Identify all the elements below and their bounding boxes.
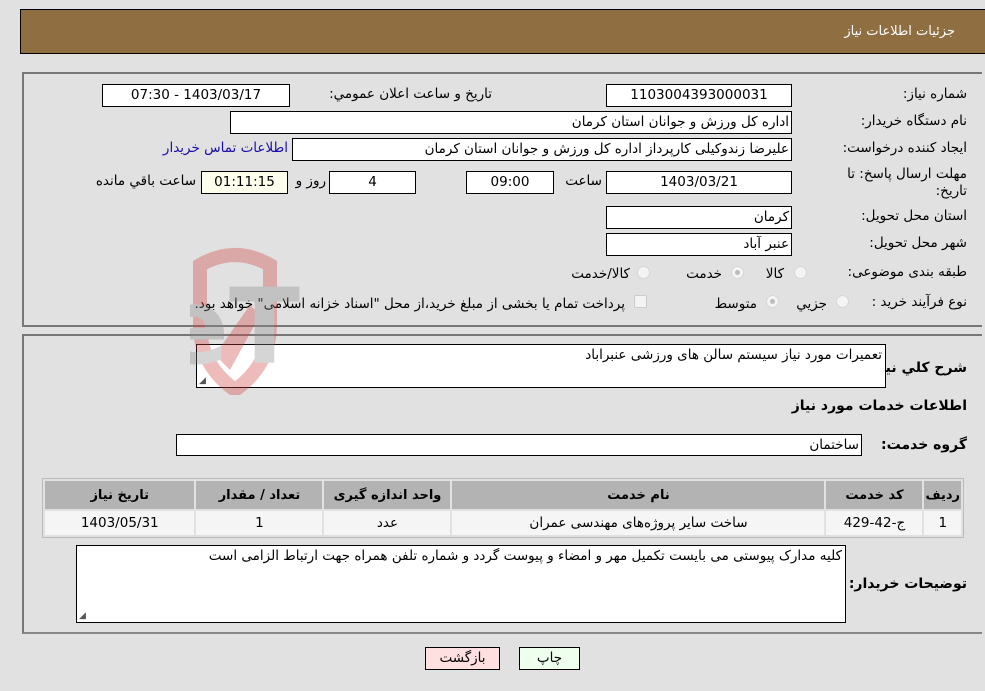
treasury-note: پرداخت تمام يا بخشی از مبلغ خريد،از محل …	[194, 296, 625, 312]
cell-unit: عدد	[324, 511, 451, 535]
cell-quantity: 1	[196, 511, 323, 535]
purchase-type-label: نوع فرآيند خريد :	[871, 294, 967, 310]
col-header-service-code: کد خدمت	[826, 481, 923, 509]
summary-textarea[interactable]: تعميرات مورد نياز سيستم سالن های ورزشی ع…	[196, 344, 886, 388]
purchase-medium-label: متوسط	[714, 296, 757, 312]
category-radio-goods[interactable]	[794, 266, 807, 279]
time-remaining-field: 01:11:15	[201, 171, 288, 194]
page-title: جزئیات اطلاعات نیاز	[844, 24, 955, 39]
requester-field: عليرضا زندوکيلی کارپرداز اداره کل ورزش و…	[292, 138, 792, 161]
page-header: جزئیات اطلاعات نیاز	[20, 9, 985, 54]
purchase-minor-label: جزيي	[796, 296, 827, 312]
table-header-row: رديف کد خدمت نام خدمت واحد اندازه گيری ت…	[45, 481, 961, 509]
city-field: عنبر آباد	[606, 233, 792, 256]
details-panel: شرح کلي نياز: تعميرات مورد نياز سيستم سا…	[22, 334, 982, 634]
category-goods-label: کالا	[765, 266, 784, 282]
category-goods-service-label: کالا/خدمت	[571, 266, 630, 282]
col-header-service-name: نام خدمت	[452, 481, 825, 509]
deadline-time-label: ساعت	[565, 173, 602, 189]
resize-grip-icon[interactable]: ◢	[199, 376, 206, 386]
col-header-quantity: تعداد / مقدار	[196, 481, 323, 509]
cell-service-code: ج-42-429	[826, 511, 923, 535]
category-radio-service[interactable]	[731, 266, 744, 279]
deadline-label: مهلت ارسال پاسخ: تا تاريخ:	[847, 166, 967, 199]
city-label: شهر محل تحويل:	[869, 235, 967, 251]
back-button[interactable]: بازگشت	[425, 647, 500, 670]
service-group-label: گروه خدمت:	[881, 437, 967, 453]
buyer-notes-text: کليه مدارک پيوستی می بايست تکميل مهر و ا…	[208, 548, 842, 564]
print-button[interactable]: چاپ	[519, 647, 580, 670]
buyer-org-field: اداره کل ورزش و جوانان استان کرمان	[230, 111, 792, 134]
announce-datetime-label: تاريخ و ساعت اعلان عمومي:	[329, 86, 492, 102]
need-number-field: 1103004393000031	[606, 84, 792, 107]
col-header-unit: واحد اندازه گيری	[324, 481, 451, 509]
purchase-radio-minor[interactable]	[836, 295, 849, 308]
purchase-radio-medium[interactable]	[766, 295, 779, 308]
col-header-need-date: تاريخ نياز	[45, 481, 195, 509]
province-label: استان محل تحويل:	[861, 208, 967, 224]
table-row: 1 ج-42-429 ساخت ساير پروژه‌های مهندسی عم…	[45, 511, 961, 535]
buyer-notes-textarea[interactable]: کليه مدارک پيوستی می بايست تکميل مهر و ا…	[76, 545, 846, 623]
buyer-org-label: نام دستگاه خريدار:	[860, 113, 967, 129]
category-label: طبقه بندی موضوعی:	[847, 264, 967, 280]
time-remaining-label: ساعت باقي مانده	[95, 173, 196, 189]
requester-label: ايجاد کننده درخواست:	[842, 140, 967, 156]
col-header-row-number: رديف	[924, 481, 961, 509]
summary-text: تعميرات مورد نياز سيستم سالن های ورزشی ع…	[585, 347, 882, 363]
category-radio-goods-service[interactable]	[637, 266, 650, 279]
buyer-notes-label: توضيحات خريدار:	[848, 576, 967, 592]
resize-grip-icon[interactable]: ◢	[79, 611, 86, 621]
cell-need-date: 1403/05/31	[45, 511, 195, 535]
category-service-label: خدمت	[686, 266, 722, 282]
services-heading: اطلاعات خدمات مورد نياز	[791, 398, 967, 414]
buyer-contact-link[interactable]: اطلاعات تماس خريدار	[163, 140, 288, 156]
province-field: کرمان	[606, 206, 792, 229]
cell-service-name: ساخت ساير پروژه‌های مهندسی عمران	[452, 511, 825, 535]
deadline-time-field: 09:00	[466, 171, 554, 194]
service-group-field: ساختمان	[176, 434, 862, 456]
announce-datetime-field: 1403/03/17 - 07:30	[102, 84, 290, 107]
need-info-panel: شماره نیاز: 1103004393000031 تاريخ و ساع…	[22, 72, 982, 327]
days-remaining-field: 4	[329, 171, 416, 194]
deadline-date-field: 1403/03/21	[606, 171, 792, 194]
cell-row-number: 1	[924, 511, 961, 535]
treasury-checkbox[interactable]	[634, 295, 647, 308]
services-table: رديف کد خدمت نام خدمت واحد اندازه گيری ت…	[42, 478, 964, 538]
need-number-label: شماره نیاز:	[902, 86, 967, 102]
days-label: روز و	[295, 173, 326, 189]
